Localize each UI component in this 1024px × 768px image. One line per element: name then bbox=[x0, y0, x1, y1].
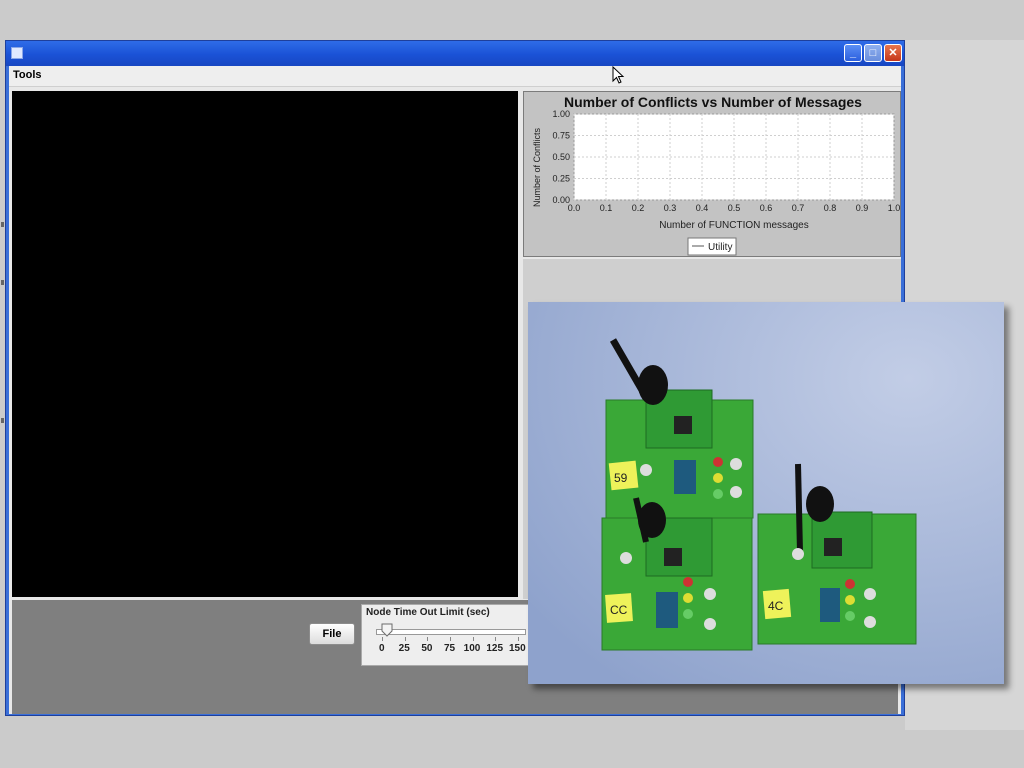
x-tick-label: 0.8 bbox=[824, 203, 837, 213]
legend-label-utility: Utility bbox=[708, 242, 732, 253]
slider-tick-label: 100 bbox=[463, 643, 481, 654]
x-tick-label: 0.6 bbox=[760, 203, 773, 213]
slider-title: Node Time Out Limit (sec) bbox=[366, 607, 490, 618]
sensor-boards-image: 59 CC 4C bbox=[528, 302, 1004, 684]
y-tick-label: 0.25 bbox=[552, 174, 570, 184]
display-canvas[interactable] bbox=[12, 91, 518, 597]
slider-tick bbox=[450, 637, 451, 641]
slider-tick-label: 125 bbox=[486, 643, 504, 654]
x-axis-label: Number of FUNCTION messages bbox=[659, 220, 808, 231]
y-tick-label: 0.50 bbox=[552, 152, 570, 162]
file-button[interactable]: File bbox=[309, 623, 355, 645]
slider-tick-label: 0 bbox=[379, 643, 385, 654]
slider-tick bbox=[382, 637, 383, 641]
x-tick-label: 0.9 bbox=[856, 203, 869, 213]
x-tick-label: 0.3 bbox=[664, 203, 677, 213]
sensor-board-cc: CC bbox=[601, 497, 753, 651]
slider-tick bbox=[427, 637, 429, 641]
x-tick-label: 0.7 bbox=[792, 203, 805, 213]
chart-plot: 0.0 0.1 0.2 0.3 0.4 0.5 0.6 0.7 0.8 0.9 1.00.000.2… bbox=[532, 109, 901, 256]
conflicts-chart-panel: Number of Conflicts vs Number of Message… bbox=[523, 91, 901, 257]
slider-tick-label: 25 bbox=[398, 643, 410, 654]
mouse-cursor-icon bbox=[612, 66, 625, 84]
slider-tick-label: 75 bbox=[444, 643, 456, 654]
x-tick-label: 0.4 bbox=[696, 203, 709, 213]
svg-text:CC: CC bbox=[610, 603, 628, 617]
menu-bar: Tools bbox=[9, 66, 901, 87]
slider-tick bbox=[404, 637, 406, 641]
menu-tools[interactable]: Tools bbox=[13, 69, 42, 81]
x-tick-label: 1.0 bbox=[888, 203, 901, 213]
slider-tick-label: 150 bbox=[509, 643, 526, 654]
slider-thumb[interactable] bbox=[381, 623, 393, 637]
timeout-slider-panel: Node Time Out Limit (sec) 0 25 50 75 100 125 1… bbox=[361, 604, 539, 666]
y-tick-label: 1.00 bbox=[552, 109, 570, 119]
java-app-icon bbox=[11, 47, 23, 59]
slider-track[interactable] bbox=[376, 629, 526, 635]
svg-text:59: 59 bbox=[614, 471, 628, 485]
svg-text:4C: 4C bbox=[768, 599, 784, 613]
chart-legend: Utility bbox=[687, 237, 737, 256]
minimize-icon[interactable]: _ bbox=[844, 44, 862, 62]
maximize-icon[interactable]: □ bbox=[864, 44, 882, 62]
x-tick-label: 0.5 bbox=[728, 203, 741, 213]
slider-tick bbox=[495, 637, 497, 641]
slider-tick bbox=[518, 637, 519, 641]
title-bar[interactable]: _ □ ✕ bbox=[6, 41, 904, 66]
hardware-photo: 59 CC 4C bbox=[528, 302, 1004, 684]
y-axis-label: Number of Conflicts bbox=[532, 127, 542, 207]
close-icon[interactable]: ✕ bbox=[884, 44, 902, 62]
x-tick-label: 0.1 bbox=[600, 203, 613, 213]
slider-tick bbox=[472, 637, 474, 641]
x-tick-label: 0.2 bbox=[632, 203, 645, 213]
y-tick-label: 0.00 bbox=[552, 195, 570, 205]
y-tick-label: 0.75 bbox=[552, 131, 570, 141]
slider-tick-label: 50 bbox=[421, 643, 433, 654]
